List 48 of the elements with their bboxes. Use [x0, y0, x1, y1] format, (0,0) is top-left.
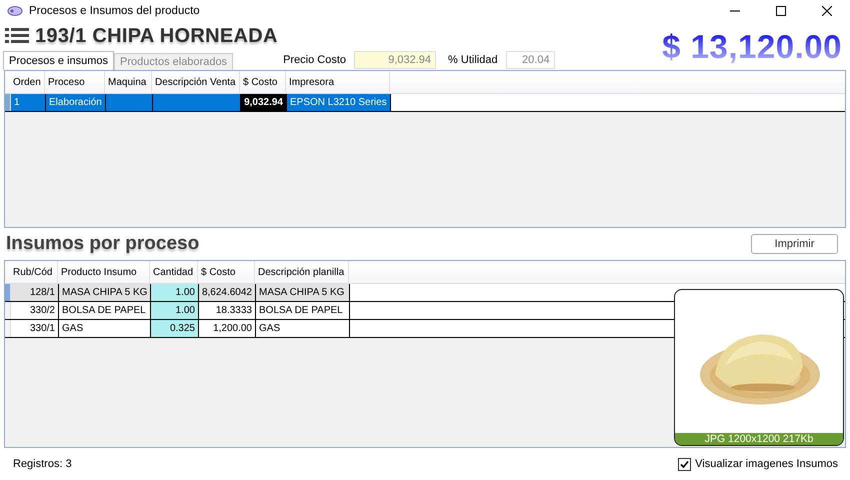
table-cell: 128/1	[11, 284, 59, 301]
column-header[interactable]: Orden	[10, 71, 45, 93]
table-cell: 18.3333	[199, 302, 256, 319]
column-header[interactable]: Descripción planilla	[255, 261, 349, 283]
table-cell: EPSON L3210 Series	[287, 94, 391, 111]
table-cell: 330/2	[11, 302, 59, 319]
row-selector[interactable]	[5, 284, 11, 301]
app-icon	[7, 5, 23, 17]
table-cell: 8,624.6042	[199, 284, 256, 301]
table-cell: 1.00	[151, 284, 199, 301]
column-header[interactable]: $ Costo	[240, 71, 286, 93]
section-title: Insumos por proceso	[6, 233, 200, 255]
field-label: Precio Costo	[283, 54, 346, 66]
table-cell: Elaboración	[46, 94, 106, 111]
record-count: Registros: 3	[13, 458, 73, 470]
product-title: 193/1 CHIPA HORNEADA	[35, 24, 278, 48]
row-selector[interactable]	[5, 302, 11, 319]
maximize-icon	[776, 6, 786, 16]
table-cell: BOLSA DE PAPEL	[256, 302, 350, 319]
table-cell: 330/1	[11, 320, 59, 337]
table-cell: GAS	[256, 320, 350, 337]
list-icon	[5, 27, 29, 45]
field-label: % Utilidad	[448, 54, 498, 66]
row-selector[interactable]	[5, 94, 11, 111]
table-cell: 1	[11, 94, 46, 111]
column-header[interactable]: Cantidad	[150, 261, 198, 283]
table-cell: 1.00	[151, 302, 199, 319]
close-icon	[822, 6, 832, 16]
table-cell: 0.325	[151, 320, 199, 337]
column-header[interactable]: Producto Insumo	[58, 261, 150, 283]
tab[interactable]: Procesos e insumos	[3, 51, 114, 70]
row-selector[interactable]	[5, 320, 11, 337]
column-header[interactable]: Maquina	[105, 71, 152, 93]
table-cell: 1,200.00	[199, 320, 256, 337]
column-header[interactable]: Impresora	[286, 71, 390, 93]
print-button[interactable]: Imprimir	[751, 234, 838, 254]
image-caption: JPG 1200x1200 217Kb	[675, 433, 843, 445]
column-header[interactable]: $ Costo	[198, 261, 255, 283]
check-icon	[680, 460, 690, 468]
column-header[interactable]: Descripción Venta	[152, 71, 240, 93]
column-header[interactable]: Proceso	[45, 71, 105, 93]
column-header[interactable]: Rub/Cód	[10, 261, 58, 283]
table-cell: MASA CHIPA 5 KG	[256, 284, 350, 301]
table-cell: 9,032.94	[241, 94, 287, 111]
window-title: Procesos e Insumos del producto	[29, 5, 201, 17]
show-images-checkbox[interactable]: Visualizar imagenes Insumos	[678, 458, 838, 470]
table-cell: MASA CHIPA 5 KG	[59, 284, 151, 301]
input-field[interactable]: 20.04	[506, 51, 555, 69]
